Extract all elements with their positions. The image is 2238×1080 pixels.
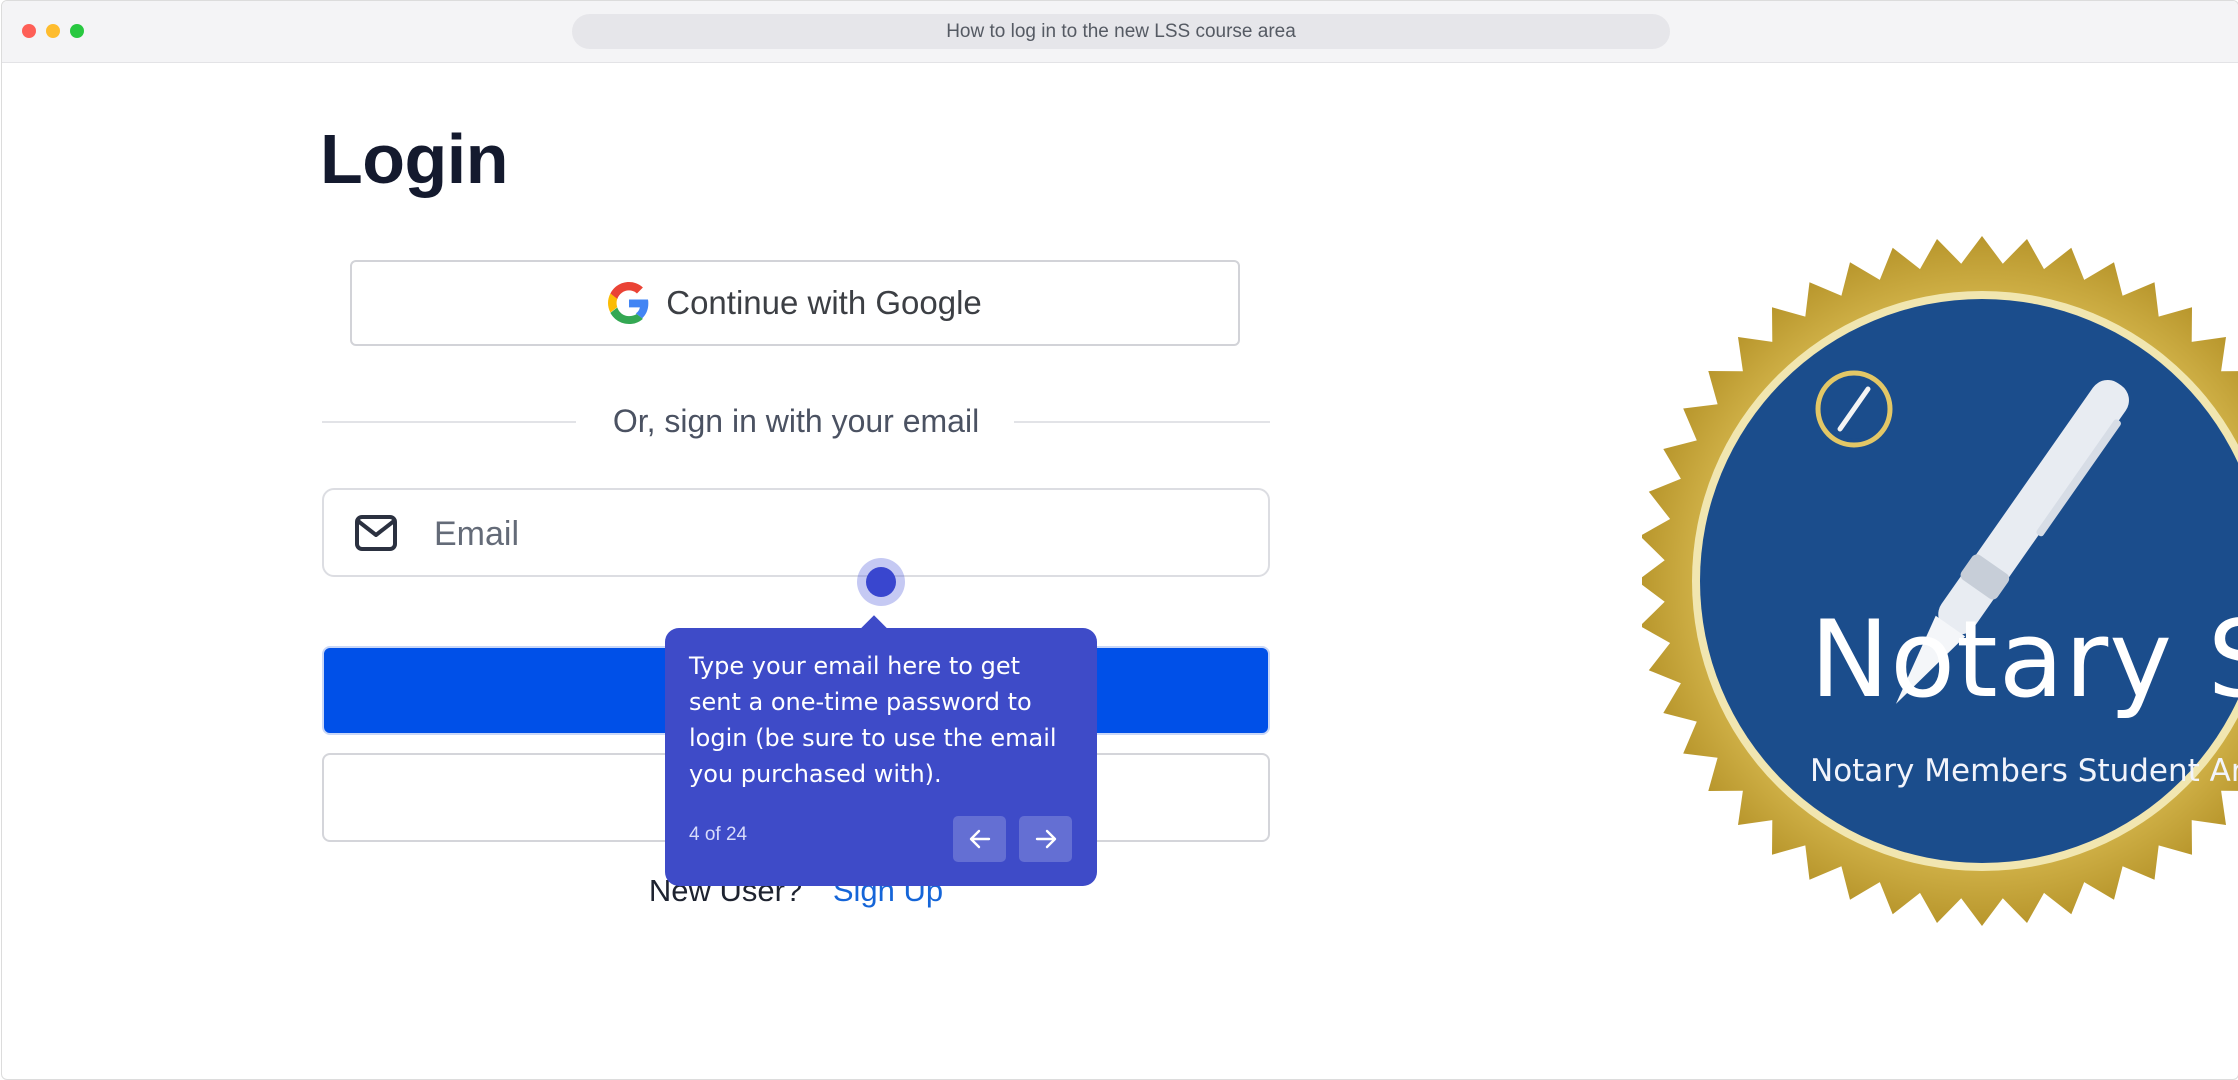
- continue-with-google-button[interactable]: Continue with Google: [350, 260, 1240, 346]
- tooltip-step-counter: 4 of 24: [689, 824, 748, 845]
- tooltip-message: Type your email here to get sent a one-t…: [689, 652, 1057, 788]
- google-button-label: Continue with Google: [666, 284, 982, 321]
- tooltip-next-button[interactable]: [1019, 816, 1072, 862]
- google-icon: [608, 282, 649, 324]
- tour-hotspot[interactable]: [857, 558, 905, 606]
- browser-window: How to log in to the new LSS course area…: [1, 0, 2238, 1080]
- minimize-window-button[interactable]: [46, 24, 60, 38]
- email-field[interactable]: [322, 488, 1270, 577]
- arrow-right-icon: [1035, 829, 1056, 849]
- divider-line-right: [1014, 421, 1270, 423]
- tour-hotspot-core: [866, 567, 896, 597]
- tooltip-arrow: [861, 615, 887, 641]
- close-window-button[interactable]: [22, 24, 36, 38]
- page-title-text: How to log in to the new LSS course area: [946, 20, 1296, 42]
- seal-title: Notary Su: [1810, 598, 2238, 721]
- page-content: Login Continue with Google Or, sign in w…: [2, 63, 2238, 1079]
- address-bar[interactable]: How to log in to the new LSS course area: [572, 14, 1670, 49]
- notary-seal-image: [1642, 236, 2238, 926]
- tour-tooltip: Type your email here to get sent a one-t…: [665, 615, 1097, 886]
- seal-subtitle: Notary Members Student Area: [1810, 753, 2238, 789]
- mail-icon: [355, 515, 397, 551]
- email-divider: Or, sign in with your email: [322, 401, 1270, 441]
- maximize-window-button[interactable]: [70, 24, 84, 38]
- login-heading: Login: [320, 120, 508, 198]
- email-input[interactable]: [432, 504, 1236, 564]
- title-bar: How to log in to the new LSS course area: [2, 1, 2238, 63]
- arrow-left-icon: [969, 829, 990, 849]
- tooltip-prev-button[interactable]: [953, 816, 1006, 862]
